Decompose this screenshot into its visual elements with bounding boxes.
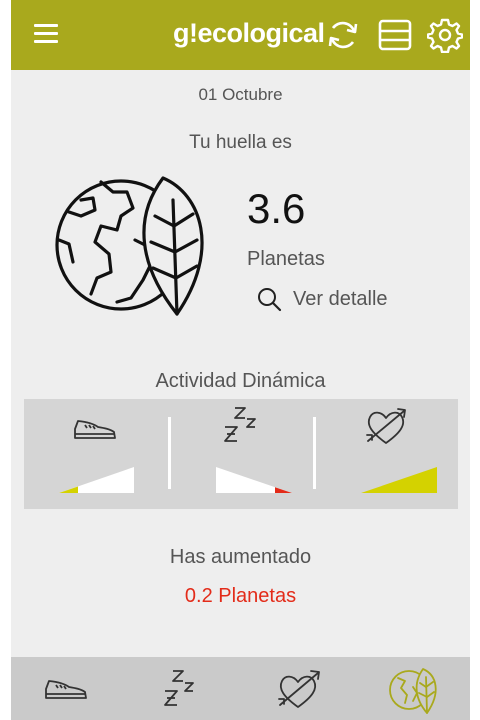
activity-sleep[interactable] [171, 399, 313, 509]
change-value: 0.2 Planetas [184, 585, 297, 607]
activity-walk[interactable] [24, 399, 169, 509]
bottom-nav [11, 657, 470, 720]
app-screen: g!ecological 01 Octubre Tu huella es 3.6… [11, 0, 470, 720]
activity-title: Actividad Dinámica [155, 370, 326, 392]
nav-sleep[interactable] [151, 663, 211, 715]
nav-love[interactable] [269, 663, 329, 715]
change-title: Has aumentado [169, 546, 312, 568]
app-header: g!ecological [11, 0, 470, 70]
heart-arrow-icon [366, 408, 406, 444]
gear-icon[interactable] [427, 17, 463, 53]
sleep-level-bar [216, 467, 292, 493]
brand-logo: g!ecological [173, 18, 325, 48]
heart-arrow-icon [278, 670, 320, 708]
sneaker-icon [74, 420, 116, 439]
sync-icon[interactable] [325, 17, 361, 53]
earth-leaf-icon [55, 176, 204, 316]
nav-footprint[interactable] [383, 663, 443, 715]
view-detail-link[interactable]: Ver detalle [255, 284, 388, 314]
sleep-zzz-icon [224, 407, 256, 442]
footprint-title: Tu huella es [189, 132, 292, 153]
sneaker-icon [45, 680, 87, 699]
earth-leaf-icon [389, 668, 437, 714]
view-detail-label: Ver detalle [293, 287, 388, 310]
sleep-zzz-icon [164, 670, 194, 706]
search-icon [258, 288, 282, 312]
current-date: 01 Octubre [198, 85, 283, 104]
nav-walk[interactable] [36, 663, 96, 715]
activity-love[interactable] [316, 399, 458, 509]
footprint-value: 3.6 [247, 185, 306, 232]
layout-icon[interactable] [377, 17, 413, 53]
footprint-unit: Planetas [247, 248, 325, 270]
love-level-bar [361, 467, 437, 493]
hamburger-menu-icon[interactable] [31, 20, 61, 50]
walk-level-bar [59, 467, 134, 493]
activity-panel [24, 399, 458, 509]
